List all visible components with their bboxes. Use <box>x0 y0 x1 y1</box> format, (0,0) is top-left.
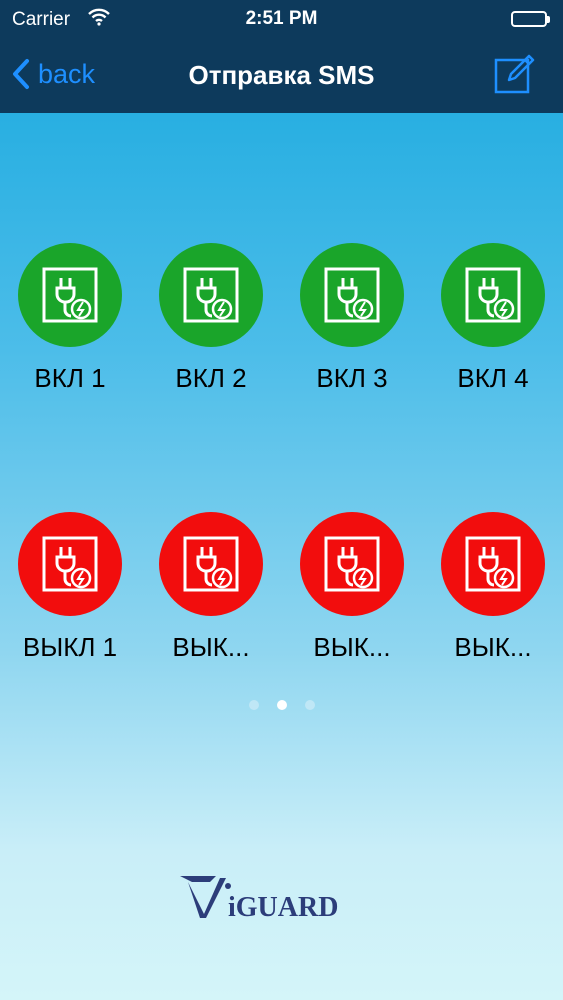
button-label: ВКЛ 1 <box>34 363 106 393</box>
button-label: ВКЛ 3 <box>316 363 388 393</box>
off-button-3[interactable]: ВЫК... <box>287 512 417 663</box>
button-label: ВЫК... <box>454 632 532 662</box>
off-button-1[interactable]: ВЫКЛ 1 <box>5 512 135 663</box>
power-plug-icon <box>441 243 545 347</box>
on-button-3[interactable]: ВКЛ 3 <box>287 243 417 394</box>
power-plug-icon <box>300 243 404 347</box>
power-plug-icon <box>441 512 545 616</box>
compose-icon[interactable] <box>493 52 537 101</box>
viguard-logo: iGUARD <box>180 870 370 923</box>
power-plug-icon <box>18 512 122 616</box>
power-plug-icon <box>18 243 122 347</box>
clock: 2:51 PM <box>245 8 318 29</box>
battery-icon <box>511 11 550 27</box>
power-plug-icon <box>159 512 263 616</box>
on-button-1[interactable]: ВКЛ 1 <box>5 243 135 394</box>
svg-text:iGUARD: iGUARD <box>228 892 338 920</box>
off-button-4[interactable]: ВЫК... <box>428 512 558 663</box>
button-label: ВКЛ 2 <box>175 363 247 393</box>
power-plug-icon <box>300 512 404 616</box>
on-button-4[interactable]: ВКЛ 4 <box>428 243 558 394</box>
off-button-2[interactable]: ВЫК... <box>146 512 276 663</box>
button-label: ВКЛ 4 <box>457 363 529 393</box>
page-title: Отправка SMS <box>188 60 375 90</box>
page-dot-3[interactable] <box>304 700 315 710</box>
button-label: ВЫКЛ 1 <box>22 632 118 662</box>
page-dot-2-active[interactable] <box>276 700 287 710</box>
status-bar: Carrier 2:51 PM <box>0 0 563 38</box>
on-button-2[interactable]: ВКЛ 2 <box>146 243 276 394</box>
power-plug-icon <box>159 243 263 347</box>
page-indicator[interactable] <box>0 700 563 710</box>
navigation-bar: back Отправка SMS <box>0 38 563 113</box>
button-label: ВЫК... <box>172 632 250 662</box>
page-dot-1[interactable] <box>248 700 259 710</box>
button-label: ВЫК... <box>313 632 391 662</box>
